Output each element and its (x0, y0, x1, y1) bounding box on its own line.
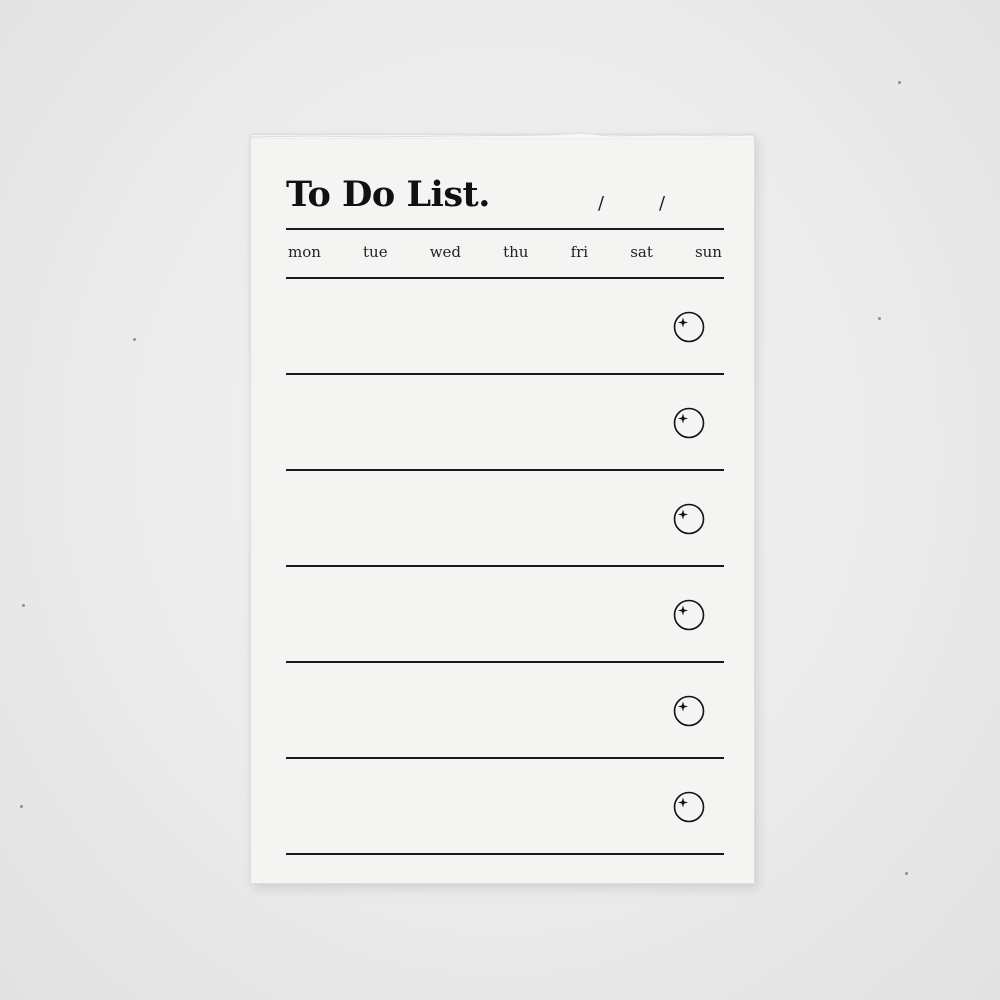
background-speck (905, 872, 908, 875)
todo-row[interactable] (286, 663, 724, 759)
sparkle-circle-icon[interactable] (673, 695, 705, 727)
day-tue[interactable]: tue (361, 243, 390, 265)
page-title: To Do List. (286, 174, 490, 215)
sparkle-circle-icon[interactable] (673, 407, 705, 439)
background-speck (20, 805, 23, 808)
sparkle-circle-icon[interactable] (673, 791, 705, 823)
day-wed[interactable]: wed (428, 243, 463, 265)
todo-row[interactable] (286, 471, 724, 567)
weekday-row: mon tue wed thu fri sat sun (286, 243, 724, 265)
todo-row[interactable] (286, 759, 724, 855)
todo-row[interactable] (286, 279, 724, 375)
day-sat[interactable]: sat (628, 243, 655, 265)
sparkle-circle-icon[interactable] (673, 503, 705, 535)
date-separator: / (659, 193, 666, 214)
day-sun[interactable]: sun (693, 243, 724, 265)
torn-paper-edge (251, 132, 754, 139)
background-speck (133, 338, 136, 341)
day-fri[interactable]: fri (569, 243, 591, 265)
todo-row[interactable] (286, 567, 724, 663)
todo-notepad: To Do List. / / mon tue wed thu fri sat … (250, 132, 755, 884)
title-divider (286, 228, 724, 230)
row-divider (286, 853, 724, 855)
todo-row[interactable] (286, 375, 724, 471)
day-mon[interactable]: mon (286, 243, 323, 265)
background-speck (878, 317, 881, 320)
date-separator: / (598, 193, 605, 214)
sparkle-circle-icon[interactable] (673, 599, 705, 631)
day-thu[interactable]: thu (501, 243, 530, 265)
background-speck (898, 81, 901, 84)
background-speck (22, 604, 25, 607)
sparkle-circle-icon[interactable] (673, 311, 705, 343)
